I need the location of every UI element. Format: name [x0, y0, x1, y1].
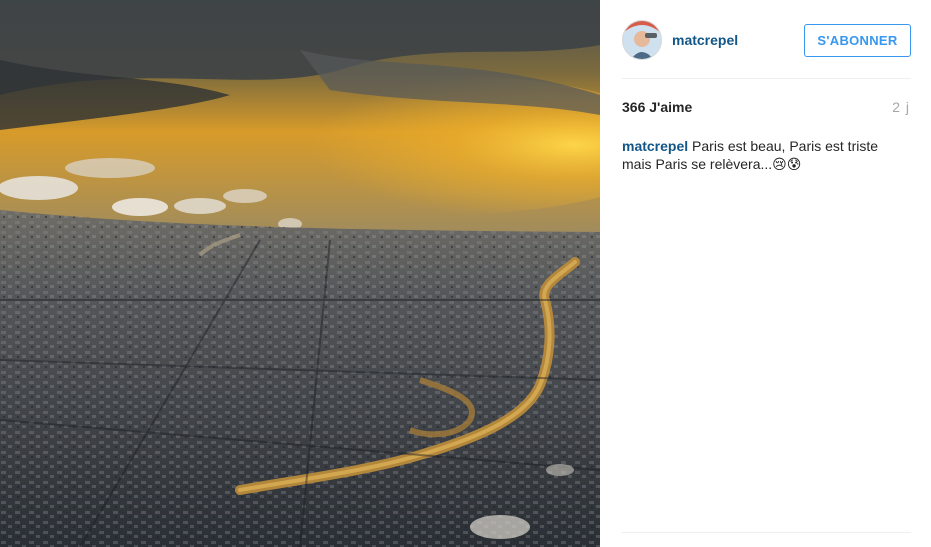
user-avatar-icon	[623, 21, 661, 59]
post-sidebar: matcrepel S'ABONNER 366 J'aime 2 j matcr…	[600, 0, 931, 547]
header-divider	[622, 78, 911, 79]
caption-emojis: 😢😰	[772, 157, 802, 173]
author-username[interactable]: matcrepel	[672, 32, 804, 48]
follow-button[interactable]: S'ABONNER	[804, 23, 911, 57]
post-caption: matcrepel Paris est beau, Paris est tris…	[622, 137, 904, 174]
author-avatar[interactable]	[622, 20, 662, 60]
caption-username[interactable]: matcrepel	[622, 138, 688, 154]
post-header: matcrepel S'ABONNER	[622, 19, 911, 61]
like-count[interactable]: 366 J'aime	[622, 99, 692, 115]
likes-row: 366 J'aime 2 j	[622, 99, 910, 115]
footer-divider	[622, 532, 911, 533]
post-photo[interactable]	[0, 0, 600, 547]
post-timestamp[interactable]: 2 j	[892, 99, 910, 115]
